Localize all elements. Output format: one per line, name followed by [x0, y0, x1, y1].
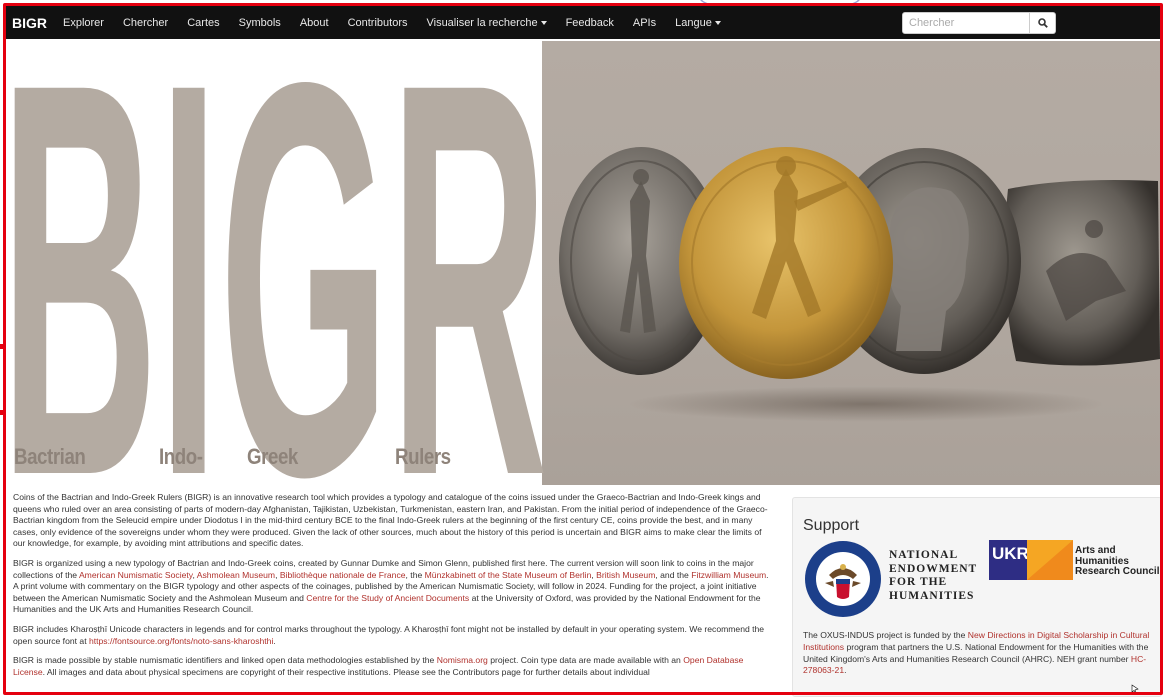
- nav-cartes[interactable]: Cartes: [187, 17, 219, 29]
- ahrc-logo-text: Arts and Humanities Research Council: [1075, 545, 1160, 578]
- coin-silver-square: [1004, 180, 1160, 366]
- link-kharoshthi-font[interactable]: https://fontsource.org/fonts/noto-sans-k…: [89, 636, 273, 646]
- brand-logo[interactable]: BIGR: [12, 15, 47, 31]
- nav-langue-label: Langue: [675, 16, 712, 29]
- text: , the: [405, 569, 425, 580]
- link-bnf[interactable]: Bibliothèque nationale de France: [280, 570, 406, 580]
- neh-line-1: NATIONAL: [889, 549, 959, 561]
- support-title: Support: [803, 517, 860, 534]
- text: The OXUS-INDUS project is funded by the: [803, 630, 968, 640]
- neh-seal-icon: [805, 541, 881, 617]
- bigr-logo-letters: BIGR: [6, 41, 546, 485]
- ahrc-line-1: Arts and: [1075, 545, 1116, 556]
- text: project. Coin type data are made availab…: [487, 655, 684, 666]
- nav-visualiser-dropdown[interactable]: Visualiser la recherche: [426, 16, 547, 29]
- nav-symbols[interactable]: Symbols: [239, 17, 281, 29]
- neh-line-3: FOR THE: [889, 576, 948, 588]
- caption-indo: Indo-: [159, 444, 203, 469]
- link-ans[interactable]: American Numismatic Society: [79, 570, 193, 580]
- link-fitzwilliam[interactable]: Fitzwilliam Museum: [691, 570, 766, 580]
- intro-paragraph-2: BIGR is organized using a new typology o…: [13, 558, 773, 616]
- link-ashmolean[interactable]: Ashmolean Museum: [197, 570, 275, 580]
- coin-images: [559, 147, 1160, 379]
- nav-about[interactable]: About: [300, 17, 329, 29]
- link-british-museum[interactable]: British Museum: [596, 570, 655, 580]
- bigr-logo-text: BIGR: [6, 41, 546, 485]
- mouse-cursor-icon: [1131, 684, 1139, 694]
- nav-explorer[interactable]: Explorer: [63, 17, 104, 29]
- link-nomisma[interactable]: Nomisma.org: [437, 655, 488, 665]
- search-button[interactable]: [1030, 12, 1056, 34]
- frame-marker: [0, 344, 5, 349]
- nav-langue-dropdown[interactable]: Langue: [675, 17, 721, 29]
- support-description: The OXUS-INDUS project is funded by the …: [803, 630, 1153, 677]
- link-csad[interactable]: Centre for the Study of Ancient Document…: [306, 593, 469, 603]
- ukri-logo-icon: UKRI: [989, 540, 1073, 580]
- intro-paragraph-1: Coins of the Bactrian and Indo-Greek Rul…: [13, 492, 768, 549]
- neh-line-2: ENDOWMENT: [889, 562, 978, 575]
- link-berlin[interactable]: Münzkabinett of the State Museum of Berl…: [425, 570, 592, 580]
- intro-paragraph-3: BIGR includes Kharoṣṭhī Unicode characte…: [13, 624, 773, 647]
- caption-greek: Greek: [247, 444, 298, 469]
- nav-chercher[interactable]: Chercher: [123, 17, 168, 29]
- neh-logo-text: NATIONAL ENDOWMENT FOR THE HUMANITIES: [889, 549, 977, 603]
- ahrc-line-3: Research Council: [1075, 566, 1160, 577]
- intro-paragraph-4: BIGR is made possible by stable numismat…: [13, 655, 773, 678]
- coin-gold-center: [679, 147, 893, 379]
- chevron-down-icon: [714, 20, 721, 25]
- top-navbar: BIGR Explorer Chercher Cartes Symbols Ab…: [6, 6, 1160, 39]
- chevron-down-icon: [540, 20, 547, 25]
- text: .: [844, 665, 847, 676]
- frame-marker: [0, 410, 5, 415]
- support-panel: Support NATIONAL ENDOWMENT FOR THE HUMAN…: [792, 497, 1162, 697]
- caption-rulers: Rulers: [395, 444, 451, 469]
- nav-feedback[interactable]: Feedback: [566, 17, 614, 29]
- navbar-search: [902, 12, 1056, 34]
- text: BIGR is made possible by stable numismat…: [13, 655, 437, 666]
- neh-line-4: HUMANITIES: [889, 589, 975, 602]
- caption-bactrian: Bactrian: [14, 444, 86, 469]
- search-icon: [1037, 18, 1048, 28]
- hero-banner: BIGR Bactrian Indo- Greek Rulers: [6, 41, 1160, 485]
- nav-apis[interactable]: APIs: [633, 17, 656, 29]
- search-input[interactable]: [902, 12, 1030, 34]
- nav-contributors[interactable]: Contributors: [348, 17, 408, 29]
- nav-visualiser-label: Visualiser la recherche: [426, 16, 538, 29]
- text: . All images and data about physical spe…: [42, 666, 650, 677]
- intro-content: Coins of the Bactrian and Indo-Greek Rul…: [13, 492, 773, 686]
- text: program that partners the U.S. National …: [803, 641, 1149, 664]
- text: , and the: [655, 569, 692, 580]
- text: .: [273, 635, 276, 646]
